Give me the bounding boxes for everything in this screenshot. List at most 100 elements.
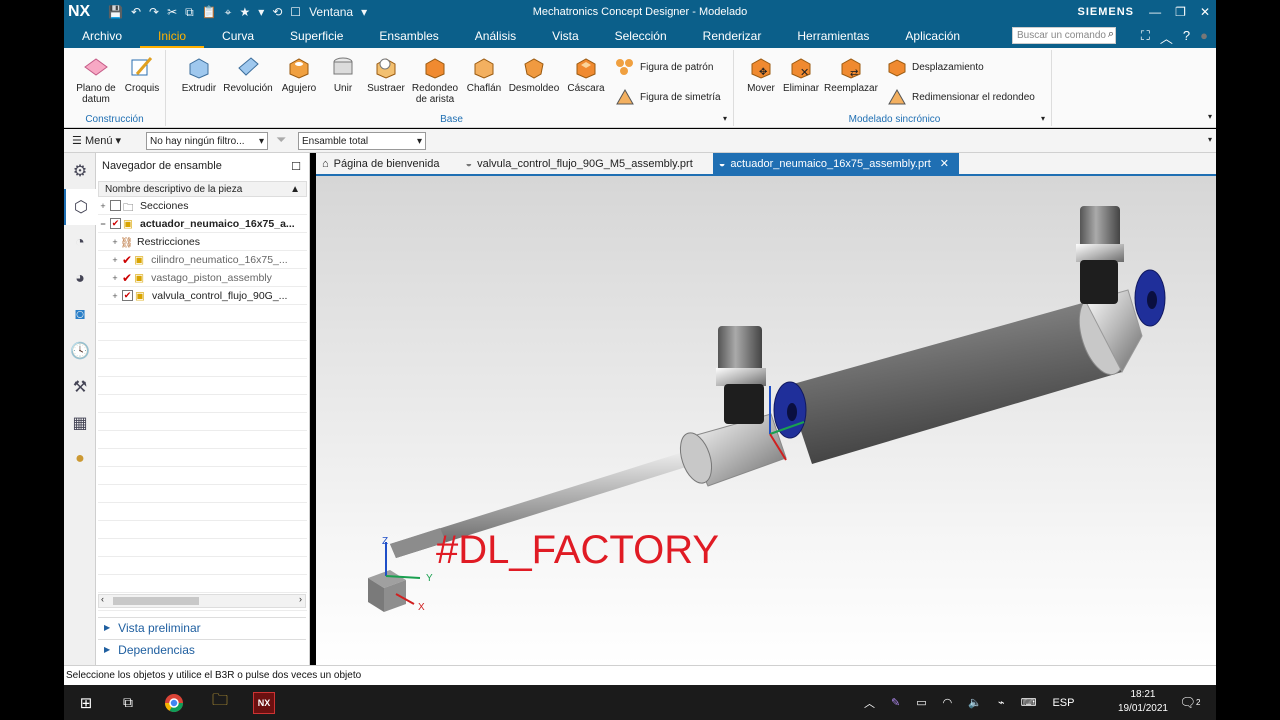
visibility-checkbox[interactable]: ✔ xyxy=(110,218,121,229)
notifications-icon[interactable]: 🗨 2 xyxy=(1178,685,1202,720)
tab-seleccion[interactable]: Selección xyxy=(597,29,685,48)
chaflan-button[interactable]: Chaflán xyxy=(464,54,504,94)
tree-row-secciones[interactable]: + 🗀 Secciones xyxy=(98,197,307,215)
desplazamiento-button[interactable]: Desplazamiento xyxy=(886,56,984,78)
chevron-down-icon[interactable]: ▾ xyxy=(1208,135,1212,144)
restore-icon[interactable]: ❐ xyxy=(1175,5,1186,19)
redimensionar-redondeo-button[interactable]: Redimensionar el redondeo xyxy=(886,86,1035,108)
visibility-checkbox[interactable]: ✔ xyxy=(122,290,133,301)
tab-aplicacion[interactable]: Aplicación xyxy=(887,29,978,48)
scroll-left-icon[interactable]: ‹ xyxy=(101,594,104,604)
extrudir-button[interactable]: Extrudir xyxy=(178,54,220,94)
close-icon[interactable]: ✕ xyxy=(940,157,949,170)
collapse-icon[interactable]: − xyxy=(98,219,108,229)
constraint-navigator-icon[interactable]: ◔ xyxy=(64,225,96,261)
star-icon[interactable]: ★ xyxy=(239,5,250,19)
volume-icon[interactable]: 🔈 xyxy=(968,696,982,709)
task-view-icon[interactable]: ⧉ xyxy=(114,685,142,720)
expand-icon[interactable]: + xyxy=(110,255,120,265)
tab-renderizar[interactable]: Renderizar xyxy=(685,29,780,48)
expand-icon[interactable]: + xyxy=(110,273,120,283)
visibility-check-icon[interactable]: ✔ xyxy=(122,253,132,267)
front-valve-knob[interactable] xyxy=(718,326,762,374)
tab-archivo[interactable]: Archivo xyxy=(64,29,140,48)
chevron-down-icon[interactable]: ▾ xyxy=(258,5,264,19)
menu-button[interactable]: ☰ Menú ▾ xyxy=(64,134,144,147)
revolucion-button[interactable]: Revolución xyxy=(222,54,274,94)
windows-start-icon[interactable]: ⊞ xyxy=(74,685,98,720)
desmoldeo-button[interactable]: Desmoldeo xyxy=(506,54,562,94)
paste-icon[interactable]: 📋 xyxy=(202,5,217,19)
keyboard-icon[interactable]: ⌨ xyxy=(1021,696,1037,709)
plano-datum-button[interactable]: Plano de datum xyxy=(72,54,120,105)
file-explorer-icon[interactable]: 🗀 xyxy=(206,685,234,720)
figura-patron-button[interactable]: Figura de patrón xyxy=(614,56,713,78)
tree-row-valvula[interactable]: + ✔ ▣ valvula_control_flujo_90G_... xyxy=(98,287,307,305)
roles-icon[interactable]: ● xyxy=(64,441,96,477)
tree-row-vastago[interactable]: + ✔ ▣ vastago_piston_assembly xyxy=(98,269,307,287)
close-icon[interactable]: ✕ xyxy=(1200,5,1210,19)
tab-valvula-part[interactable]: ◒ valvula_control_flujo_90G_M5_assembly.p… xyxy=(459,153,702,174)
search-icon[interactable]: ⌕ xyxy=(1108,28,1114,41)
tab-welcome-page[interactable]: ⌂ Página de bienvenida xyxy=(316,153,449,174)
chevron-down-icon[interactable]: ▾ xyxy=(723,114,727,123)
scroll-thumb[interactable] xyxy=(113,597,199,605)
repeat-command-icon[interactable]: ⟲ xyxy=(272,5,282,19)
chevron-down-icon[interactable]: ▾ xyxy=(361,5,367,19)
help-icon[interactable]: ? xyxy=(1183,28,1190,47)
tab-curva[interactable]: Curva xyxy=(204,29,272,48)
expand-icon[interactable]: + xyxy=(110,237,120,247)
redo-icon[interactable]: ↷ xyxy=(149,5,159,19)
gear-icon[interactable]: ⚙ xyxy=(64,153,96,189)
visibility-checkbox[interactable] xyxy=(110,200,121,211)
sustraer-button[interactable]: Sustraer xyxy=(364,54,408,94)
save-icon[interactable]: 💾 xyxy=(108,5,123,19)
type-filter-select[interactable]: No hay ningún filtro... ▾ xyxy=(146,132,268,150)
cascara-button[interactable]: Cáscara xyxy=(564,54,608,94)
assembly-navigator-icon[interactable]: ⬡ xyxy=(64,189,96,225)
cut-icon[interactable]: ✂ xyxy=(167,5,177,19)
tab-ensambles[interactable]: Ensambles xyxy=(361,29,456,48)
unir-button[interactable]: Unir xyxy=(322,54,364,94)
rear-valve-knob[interactable] xyxy=(1080,206,1120,250)
tab-superficie[interactable]: Superficie xyxy=(272,29,361,48)
web-browser-icon[interactable]: ◙ xyxy=(64,297,96,333)
pen-icon[interactable]: ✎ xyxy=(891,696,900,709)
chrome-icon[interactable] xyxy=(160,685,188,720)
visibility-check-icon[interactable]: ✔ xyxy=(122,271,132,285)
tree-row-cilindro[interactable]: + ✔ ▣ cilindro_neumatico_16x75_... xyxy=(98,251,307,269)
graphics-window[interactable]: Z Y X #DL_FACTORY xyxy=(316,176,1216,665)
copy-icon[interactable]: ⧉ xyxy=(185,5,194,20)
horizontal-scrollbar[interactable]: ‹ › xyxy=(98,594,306,608)
reuse-library-icon[interactable]: ▦ xyxy=(64,405,96,441)
cylinder-barrel[interactable] xyxy=(786,302,1122,464)
tab-inicio[interactable]: Inicio xyxy=(140,29,205,48)
window-menu[interactable]: Ventana xyxy=(309,5,353,19)
battery-icon[interactable]: ▭ xyxy=(916,696,926,709)
chevron-down-icon[interactable]: ▾ xyxy=(1041,114,1045,123)
tools-icon[interactable]: ⚒ xyxy=(64,369,96,405)
figura-simetria-button[interactable]: Figura de simetría xyxy=(614,86,721,108)
ribbon-options-icon[interactable]: ▾ xyxy=(1208,112,1212,121)
tab-herramientas[interactable]: Herramientas xyxy=(779,29,887,48)
dependencias-section[interactable]: ▶ Dependencias xyxy=(98,639,306,659)
agujero-button[interactable]: Agujero xyxy=(278,54,320,94)
nx-app-icon[interactable]: NX xyxy=(250,685,278,720)
selection-scope-select[interactable]: Ensamble total ▾ xyxy=(298,132,426,150)
clock[interactable]: 18:21 19/01/2021 xyxy=(1118,688,1168,716)
eliminar-button[interactable]: ✕ Eliminar xyxy=(780,54,822,94)
mover-button[interactable]: ✥ Mover xyxy=(742,54,780,94)
minimize-icon[interactable]: — xyxy=(1149,5,1161,19)
show-hidden-icons-icon[interactable]: ︿ xyxy=(864,695,875,711)
expand-icon[interactable]: + xyxy=(98,201,108,211)
touch-mode-icon[interactable]: ⌖ xyxy=(225,5,232,20)
window-icon[interactable]: ☐ xyxy=(290,5,301,19)
column-header[interactable]: Nombre descriptivo de la pieza ▲ xyxy=(98,181,307,197)
network-icon[interactable]: ⌁ xyxy=(998,696,1005,709)
undo-icon[interactable]: ↶ xyxy=(131,5,141,19)
command-search-input[interactable]: Buscar un comando xyxy=(1012,27,1116,44)
reemplazar-button[interactable]: ⇄ Reemplazar xyxy=(824,54,878,94)
tree-row-restricciones[interactable]: + ⛓ Restricciones xyxy=(98,233,307,251)
vista-preliminar-section[interactable]: ▶ Vista preliminar xyxy=(98,617,306,637)
cylinder-model[interactable]: Z Y X xyxy=(316,176,1216,665)
